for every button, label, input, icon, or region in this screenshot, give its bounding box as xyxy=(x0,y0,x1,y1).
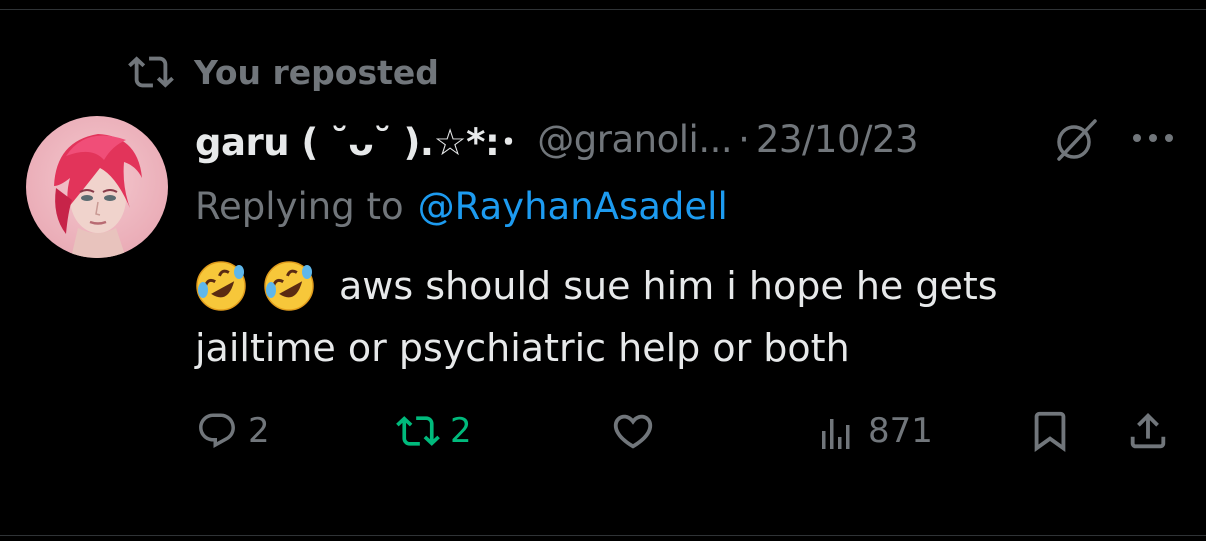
replying-to-label: Replying to xyxy=(195,184,404,228)
display-name[interactable]: garu ( ˘ᴗ˘ ).☆*:･ xyxy=(195,112,518,166)
repost-header: You reposted xyxy=(128,50,439,94)
user-handle[interactable]: @granoli... xyxy=(537,118,732,161)
views-count: 871 xyxy=(868,411,933,451)
repost-button[interactable]: 2 xyxy=(396,404,472,458)
repost-icon xyxy=(128,49,174,95)
avatar[interactable] xyxy=(26,116,168,258)
rolling-on-floor-laughing-emoji xyxy=(195,260,247,312)
grok-icon[interactable] xyxy=(1053,117,1099,163)
reply-button[interactable]: 2 xyxy=(196,404,270,458)
tweet-text-line-1: aws should sue him i hope he gets xyxy=(339,264,998,308)
views-button[interactable]: 871 xyxy=(818,404,933,458)
repost-count: 2 xyxy=(450,411,472,451)
top-divider xyxy=(0,9,1206,10)
tweet-text-line: aws should sue him i hope he gets xyxy=(195,255,1155,317)
replying-to-mention[interactable]: @RayhanAsadell xyxy=(418,185,728,228)
tweet-header: garu ( ˘ᴗ˘ ).☆*:･ @granoli... · 23/10/23 xyxy=(195,112,919,166)
views-chart-icon xyxy=(822,419,850,449)
repost-header-label: You reposted xyxy=(194,52,439,92)
reply-icon xyxy=(199,413,235,448)
action-bar: 2 2 871 xyxy=(0,404,1206,458)
reply-count: 2 xyxy=(248,411,270,451)
bookmark-icon xyxy=(1034,411,1066,452)
tweet-text: aws should sue him i hope he gets jailti… xyxy=(195,255,1155,379)
like-button[interactable] xyxy=(610,404,666,458)
replying-to: Replying to @RayhanAsadell xyxy=(195,181,728,231)
share-button[interactable] xyxy=(1125,404,1171,458)
tweet-date[interactable]: 23/10/23 xyxy=(756,118,919,161)
bottom-divider xyxy=(0,535,1206,536)
rolling-on-floor-laughing-emoji xyxy=(263,260,315,312)
heart-icon xyxy=(613,414,653,449)
header-separator: · xyxy=(738,117,750,161)
tweet-text-line: jailtime or psychiatric help or both xyxy=(195,317,1155,379)
more-icon[interactable] xyxy=(1129,118,1177,158)
repost-icon xyxy=(396,416,440,446)
tweet-text-line-2: jailtime or psychiatric help or both xyxy=(195,326,850,370)
bookmark-button[interactable] xyxy=(1027,404,1073,458)
share-icon xyxy=(1130,412,1166,449)
